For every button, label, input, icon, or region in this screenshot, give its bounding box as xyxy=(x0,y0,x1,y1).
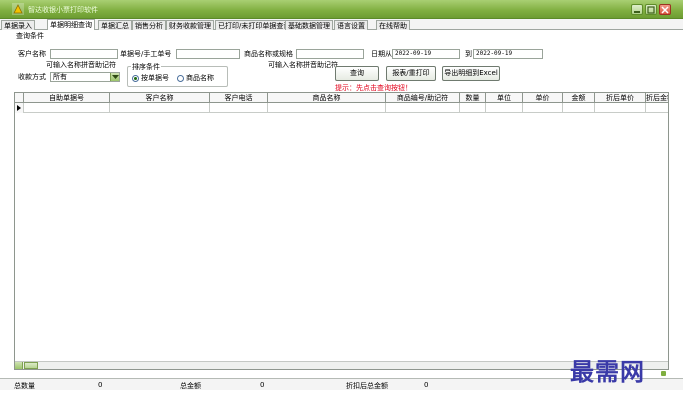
cell[interactable] xyxy=(563,103,595,113)
total-qty-label: 总数量 xyxy=(14,382,35,390)
col-amount[interactable]: 金额 xyxy=(563,93,595,103)
col-self-doc-number[interactable]: 自助单据号 xyxy=(24,93,110,103)
sort-by-product-label[interactable]: 商品名称 xyxy=(186,74,214,83)
product-input[interactable] xyxy=(296,49,364,59)
dropdown-arrow[interactable] xyxy=(110,73,119,81)
scroll-thumb[interactable] xyxy=(24,362,38,369)
row-pointer-icon xyxy=(17,105,21,111)
date-from-label: 日期从 xyxy=(371,50,392,58)
watermark: 最需网 xyxy=(570,357,645,386)
close-icon xyxy=(661,6,669,14)
tab-doc-detail-query[interactable]: 单据明细查询 xyxy=(47,19,95,30)
product-label: 商品名称或规格 xyxy=(244,50,293,58)
total-amount-label: 总金额 xyxy=(180,382,201,390)
cell[interactable] xyxy=(268,103,386,113)
total-qty-value: 0 xyxy=(98,381,103,389)
detail-grid[interactable]: 自助单据号 客户名称 客户电话 商品名称 商品编号/助记符 数量 单位 单价 金… xyxy=(14,92,669,370)
cell[interactable] xyxy=(523,103,563,113)
tab-basic-data[interactable]: 基础数据管理 xyxy=(285,20,333,30)
app-logo-icon xyxy=(12,3,24,15)
export-excel-button[interactable]: 导出明细到Excel xyxy=(442,66,500,81)
col-product-name[interactable]: 商品名称 xyxy=(268,93,386,103)
customer-label: 客户名称 xyxy=(18,50,46,58)
sort-by-doc-label[interactable]: 按单据号 xyxy=(141,74,169,83)
row-indicator-cell xyxy=(15,103,24,113)
col-discount-amount[interactable]: 折后金额 xyxy=(646,93,668,103)
tab-sales-analysis[interactable]: 销售分析 xyxy=(132,20,166,30)
query-group-label: 查询条件 xyxy=(16,32,44,40)
payment-label: 收款方式 xyxy=(18,73,46,81)
scroll-left-button[interactable] xyxy=(15,362,23,369)
print-report-button[interactable]: 报表/重打印 xyxy=(386,66,436,81)
sort-by-product-radio[interactable] xyxy=(177,75,184,82)
maximize-button[interactable] xyxy=(645,4,657,15)
sort-legend: 排序条件 xyxy=(131,62,161,72)
date-to-input[interactable]: 2022-09-19 xyxy=(473,49,543,59)
tab-bar: 单据录入 单据明细查询 单据汇总 销售分析 财务收款管理 已打印/未打印单据查询… xyxy=(0,19,683,30)
tab-print-status-query[interactable]: 已打印/未打印单据查询 xyxy=(215,20,294,30)
doc-number-label: 单据号/手工单号 xyxy=(120,50,172,58)
cell[interactable] xyxy=(24,103,110,113)
cell[interactable] xyxy=(460,103,486,113)
payment-select-value: 所有 xyxy=(53,73,67,81)
discount-total-value: 0 xyxy=(424,381,429,389)
product-hint: 可输入名称拼音助记符 xyxy=(268,61,338,69)
tab-finance[interactable]: 财务收款管理 xyxy=(166,20,214,30)
col-unit-price[interactable]: 单价 xyxy=(523,93,563,103)
tab-online-help[interactable]: 在线帮助 xyxy=(376,20,410,30)
col-customer-name[interactable]: 客户名称 xyxy=(110,93,210,103)
maximize-icon xyxy=(647,6,655,14)
cell[interactable] xyxy=(110,103,210,113)
sort-by-doc-radio[interactable] xyxy=(132,75,139,82)
tab-doc-entry[interactable]: 单据录入 xyxy=(1,20,35,30)
minimize-icon xyxy=(634,11,640,13)
date-to-label: 到 xyxy=(465,50,472,58)
chevron-down-icon xyxy=(112,75,119,79)
tab-language[interactable]: 语言设置 xyxy=(334,20,368,30)
row-header-corner xyxy=(15,93,24,103)
doc-number-input[interactable] xyxy=(176,49,240,59)
customer-input[interactable] xyxy=(50,49,118,59)
cell[interactable] xyxy=(210,103,268,113)
cell[interactable] xyxy=(595,103,646,113)
payment-select[interactable]: 所有 xyxy=(50,72,120,82)
title-bar: 智达收银小票打印软件 xyxy=(0,0,683,19)
col-quantity[interactable]: 数量 xyxy=(460,93,486,103)
tab-doc-summary[interactable]: 单据汇总 xyxy=(98,20,132,30)
query-button[interactable]: 查询 xyxy=(335,66,379,81)
close-button[interactable] xyxy=(659,4,671,15)
cell[interactable] xyxy=(386,103,460,113)
table-row[interactable] xyxy=(15,103,668,113)
window-title: 智达收银小票打印软件 xyxy=(28,6,98,14)
col-discount-price[interactable]: 折后单价 xyxy=(595,93,646,103)
customer-hint: 可输入名称拼音助记符 xyxy=(46,61,116,69)
discount-total-label: 折扣后总金额 xyxy=(346,382,388,390)
total-amount-value: 0 xyxy=(260,381,265,389)
col-product-code[interactable]: 商品编号/助记符 xyxy=(386,93,460,103)
minimize-button[interactable] xyxy=(631,4,643,15)
col-customer-phone[interactable]: 客户电话 xyxy=(210,93,268,103)
cell[interactable] xyxy=(486,103,523,113)
date-from-input[interactable]: 2022-09-19 xyxy=(392,49,460,59)
col-unit[interactable]: 单位 xyxy=(486,93,523,103)
grid-header: 自助单据号 客户名称 客户电话 商品名称 商品编号/助记符 数量 单位 单价 金… xyxy=(15,93,668,103)
scroll-right-button[interactable] xyxy=(661,371,666,376)
